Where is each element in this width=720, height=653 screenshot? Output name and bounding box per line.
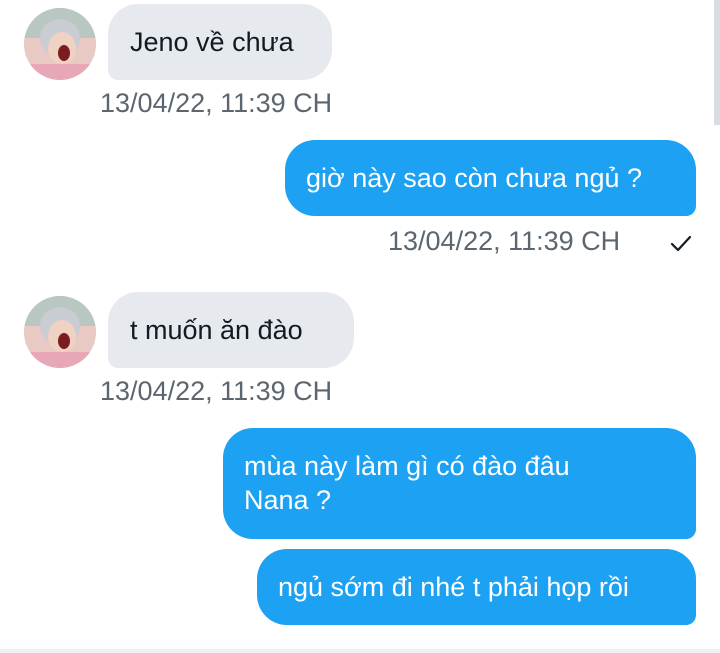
message-text-line: Nana ? xyxy=(244,485,332,515)
avatar-icon xyxy=(24,8,96,80)
message-bubble-outgoing[interactable]: ngủ sớm đi nhé t phải họp rồi xyxy=(257,549,696,625)
avatar-icon xyxy=(24,296,96,368)
check-icon xyxy=(670,235,692,252)
scrollbar[interactable] xyxy=(714,0,720,125)
message-bubble-outgoing[interactable]: giờ này sao còn chưa ngủ ? xyxy=(285,140,696,216)
message-timestamp: 13/04/22, 11:39 CH xyxy=(388,226,621,256)
message-timestamp: 13/04/22, 11:39 CH xyxy=(100,376,333,406)
message-text-line: mùa này làm gì có đào đâu xyxy=(244,451,570,481)
message-bubble-incoming[interactable]: t muốn ăn đào xyxy=(108,292,354,368)
message-timestamp: 13/04/22, 11:39 CH xyxy=(100,88,333,118)
avatar[interactable] xyxy=(24,296,96,368)
message-text: t muốn ăn đào xyxy=(130,315,303,345)
divider xyxy=(0,649,720,653)
message-text: ngủ sớm đi nhé t phải họp rồi xyxy=(278,572,629,602)
avatar[interactable] xyxy=(24,8,96,80)
message-text: Jeno về chưa xyxy=(130,27,294,57)
message-bubble-outgoing[interactable]: mùa này làm gì có đào đâu Nana ? xyxy=(223,428,696,539)
message-bubble-incoming[interactable]: Jeno về chưa xyxy=(108,4,332,80)
message-text: giờ này sao còn chưa ngủ ? xyxy=(306,163,642,193)
